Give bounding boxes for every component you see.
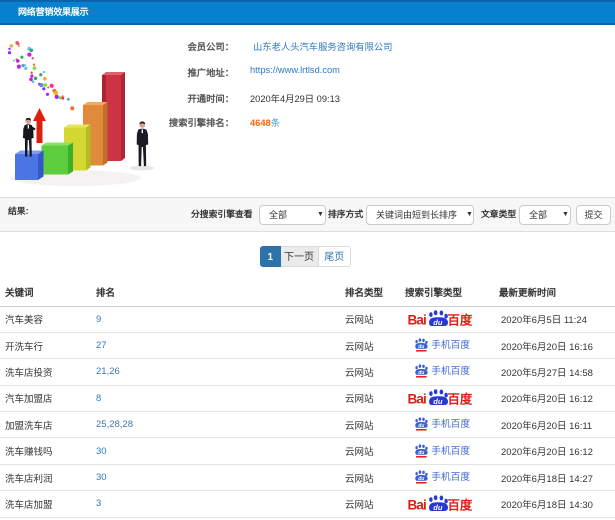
svg-text:百度: 百度 <box>448 313 473 328</box>
svg-text:手机百度: 手机百度 <box>431 417 470 430</box>
svg-text:手机百度: 手机百度 <box>431 338 470 351</box>
svg-text:du: du <box>418 370 424 376</box>
svg-text:du: du <box>418 423 424 429</box>
svg-text:du: du <box>418 476 424 482</box>
svg-text:Bai: Bai <box>408 313 426 328</box>
svg-text:du: du <box>433 397 443 406</box>
svg-text:百度: 百度 <box>448 392 473 407</box>
svg-text:du: du <box>418 344 424 350</box>
svg-text:手机百度: 手机百度 <box>431 444 470 457</box>
svg-text:手机百度: 手机百度 <box>431 470 470 483</box>
svg-text:手机百度: 手机百度 <box>431 365 470 378</box>
svg-text:Bai: Bai <box>408 392 426 407</box>
svg-text:百度: 百度 <box>448 497 473 512</box>
svg-text:du: du <box>433 503 443 512</box>
svg-text:Bai: Bai <box>408 497 426 512</box>
svg-text:du: du <box>433 318 443 327</box>
svg-text:du: du <box>418 450 424 456</box>
